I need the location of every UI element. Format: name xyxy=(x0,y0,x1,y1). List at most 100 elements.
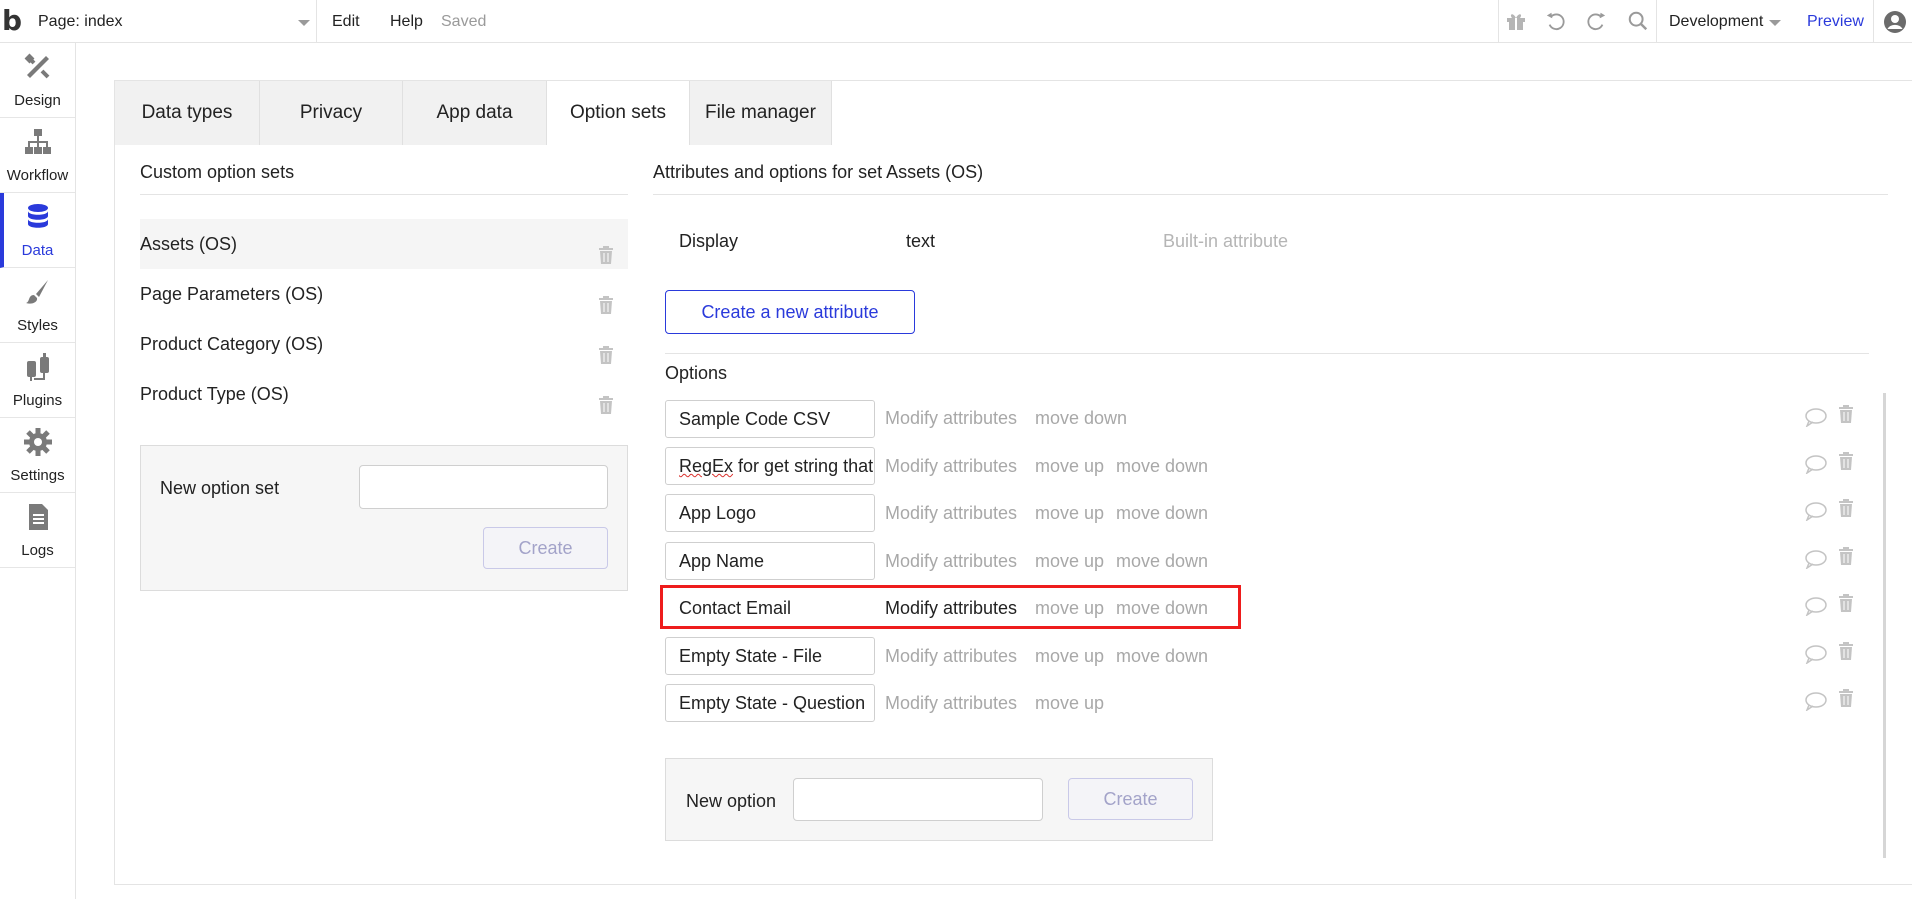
comment-icon[interactable] xyxy=(1804,596,1828,621)
brush-icon xyxy=(22,276,54,308)
comment-icon[interactable] xyxy=(1804,407,1828,432)
trash-icon[interactable] xyxy=(598,284,614,314)
new-option-set-input[interactable] xyxy=(359,465,608,509)
sidebar-item-data[interactable]: Data xyxy=(0,193,75,268)
trash-icon[interactable] xyxy=(1838,546,1854,571)
trash-icon[interactable] xyxy=(1838,498,1854,523)
option-set-item[interactable]: Page Parameters (OS) xyxy=(140,269,628,319)
preview-link[interactable]: Preview xyxy=(1807,11,1864,33)
comment-icon[interactable] xyxy=(1804,501,1828,526)
search-icon[interactable] xyxy=(1624,8,1652,34)
divider xyxy=(140,194,628,195)
gift-icon[interactable] xyxy=(1502,8,1530,34)
modify-attributes-link[interactable]: Modify attributes xyxy=(885,691,1017,715)
database-icon xyxy=(22,201,54,233)
move-down-link[interactable]: move down xyxy=(1035,406,1127,430)
option-row-actions xyxy=(1804,404,1862,430)
workflow-icon xyxy=(22,126,54,158)
option-value-input[interactable]: App Name xyxy=(665,542,875,580)
option-row-actions xyxy=(1804,546,1862,572)
comment-icon[interactable] xyxy=(1804,691,1828,716)
comment-icon[interactable] xyxy=(1804,644,1828,669)
sidebar-item-plugins[interactable]: Plugins xyxy=(0,343,75,418)
sidebar-item-logs[interactable]: Logs xyxy=(0,493,75,568)
create-option-set-button[interactable]: Create xyxy=(483,527,608,569)
comment-icon[interactable] xyxy=(1804,454,1828,479)
option-row-actions xyxy=(1804,451,1862,477)
tab-app-data[interactable]: App data xyxy=(403,81,547,145)
modify-attributes-link[interactable]: Modify attributes xyxy=(885,644,1017,668)
option-set-item[interactable]: Product Category (OS) xyxy=(140,319,628,369)
sidebar-item-workflow[interactable]: Workflow xyxy=(0,118,75,193)
undo-icon[interactable] xyxy=(1542,8,1570,34)
new-option-set-form: New option set Create xyxy=(140,445,628,591)
trash-icon[interactable] xyxy=(598,384,614,414)
option-value-input[interactable]: Sample Code CSV xyxy=(665,400,875,438)
modify-attributes-link[interactable]: Modify attributes xyxy=(885,549,1017,573)
tab-data-types[interactable]: Data types xyxy=(115,81,260,145)
sidebar-item-design[interactable]: Design xyxy=(0,43,75,118)
option-set-item[interactable]: Product Type (OS) xyxy=(140,369,628,419)
divider xyxy=(316,0,317,43)
move-up-link[interactable]: move up xyxy=(1035,644,1104,668)
comment-icon[interactable] xyxy=(1804,549,1828,574)
sidebar-item-styles[interactable]: Styles xyxy=(0,268,75,343)
sidebar-label: Workflow xyxy=(6,167,69,184)
tab-file-manager[interactable]: File manager xyxy=(690,81,832,145)
divider xyxy=(1873,0,1874,43)
trash-icon[interactable] xyxy=(1838,641,1854,666)
app-logo[interactable]: b xyxy=(2,6,28,36)
sidebar-item-settings[interactable]: Settings xyxy=(0,418,75,493)
trash-icon[interactable] xyxy=(1838,404,1854,429)
modify-attributes-link[interactable]: Modify attributes xyxy=(885,454,1017,478)
chevron-down-icon xyxy=(1769,20,1781,26)
option-set-label: Product Category (OS) xyxy=(140,334,324,354)
option-row-actions xyxy=(1804,593,1862,619)
modify-attributes-link[interactable]: Modify attributes xyxy=(885,406,1017,430)
option-value-input[interactable]: Empty State - File xyxy=(665,637,875,675)
divider xyxy=(665,353,1869,354)
move-down-link[interactable]: move down xyxy=(1116,644,1208,668)
redo-icon[interactable] xyxy=(1582,8,1610,34)
sidebar-label: Logs xyxy=(21,542,54,559)
trash-icon[interactable] xyxy=(1838,593,1854,618)
option-value-input[interactable]: App Logo xyxy=(665,494,875,532)
move-down-link[interactable]: move down xyxy=(1116,501,1208,525)
trash-icon[interactable] xyxy=(1838,451,1854,476)
option-value-input[interactable]: RegEx for get string that xyxy=(665,447,875,485)
modify-attributes-link[interactable]: Modify attributes xyxy=(885,501,1017,525)
option-set-label: Assets (OS) xyxy=(140,234,238,254)
new-option-label: New option xyxy=(686,791,777,811)
option-row-actions xyxy=(1804,688,1862,714)
move-down-link[interactable]: move down xyxy=(1116,549,1208,573)
option-set-item[interactable]: Assets (OS) xyxy=(140,219,628,269)
move-up-link[interactable]: move up xyxy=(1035,549,1104,573)
sidebar-label: Settings xyxy=(10,467,65,484)
new-option-input[interactable] xyxy=(793,778,1043,821)
help-menu[interactable]: Help xyxy=(390,11,423,33)
sidebar-label: Plugins xyxy=(12,392,63,409)
environment-label: Development xyxy=(1669,13,1764,30)
divider xyxy=(653,194,1888,195)
trash-icon[interactable] xyxy=(1838,688,1854,713)
environment-selector[interactable]: Development xyxy=(1669,11,1781,33)
plug-icon xyxy=(22,351,54,383)
page-selector[interactable]: Page: index xyxy=(38,11,310,33)
move-up-link[interactable]: move up xyxy=(1035,454,1104,478)
move-up-link[interactable]: move up xyxy=(1035,691,1104,715)
user-icon[interactable] xyxy=(1883,10,1907,34)
trash-icon[interactable] xyxy=(598,234,614,264)
create-attribute-button[interactable]: Create a new attribute xyxy=(665,290,915,334)
attributes-title: Attributes and options for set Assets (O… xyxy=(653,162,984,182)
option-row-actions xyxy=(1804,498,1862,524)
edit-menu[interactable]: Edit xyxy=(332,11,360,33)
trash-icon[interactable] xyxy=(598,334,614,364)
move-up-link[interactable]: move up xyxy=(1035,501,1104,525)
move-down-link[interactable]: move down xyxy=(1116,454,1208,478)
create-option-button[interactable]: Create xyxy=(1068,778,1193,820)
tab-privacy[interactable]: Privacy xyxy=(260,81,403,145)
option-value-input[interactable]: Empty State - Question xyxy=(665,684,875,722)
gear-icon xyxy=(22,426,54,458)
scrollbar[interactable] xyxy=(1883,393,1886,858)
tab-option-sets[interactable]: Option sets xyxy=(547,81,690,145)
